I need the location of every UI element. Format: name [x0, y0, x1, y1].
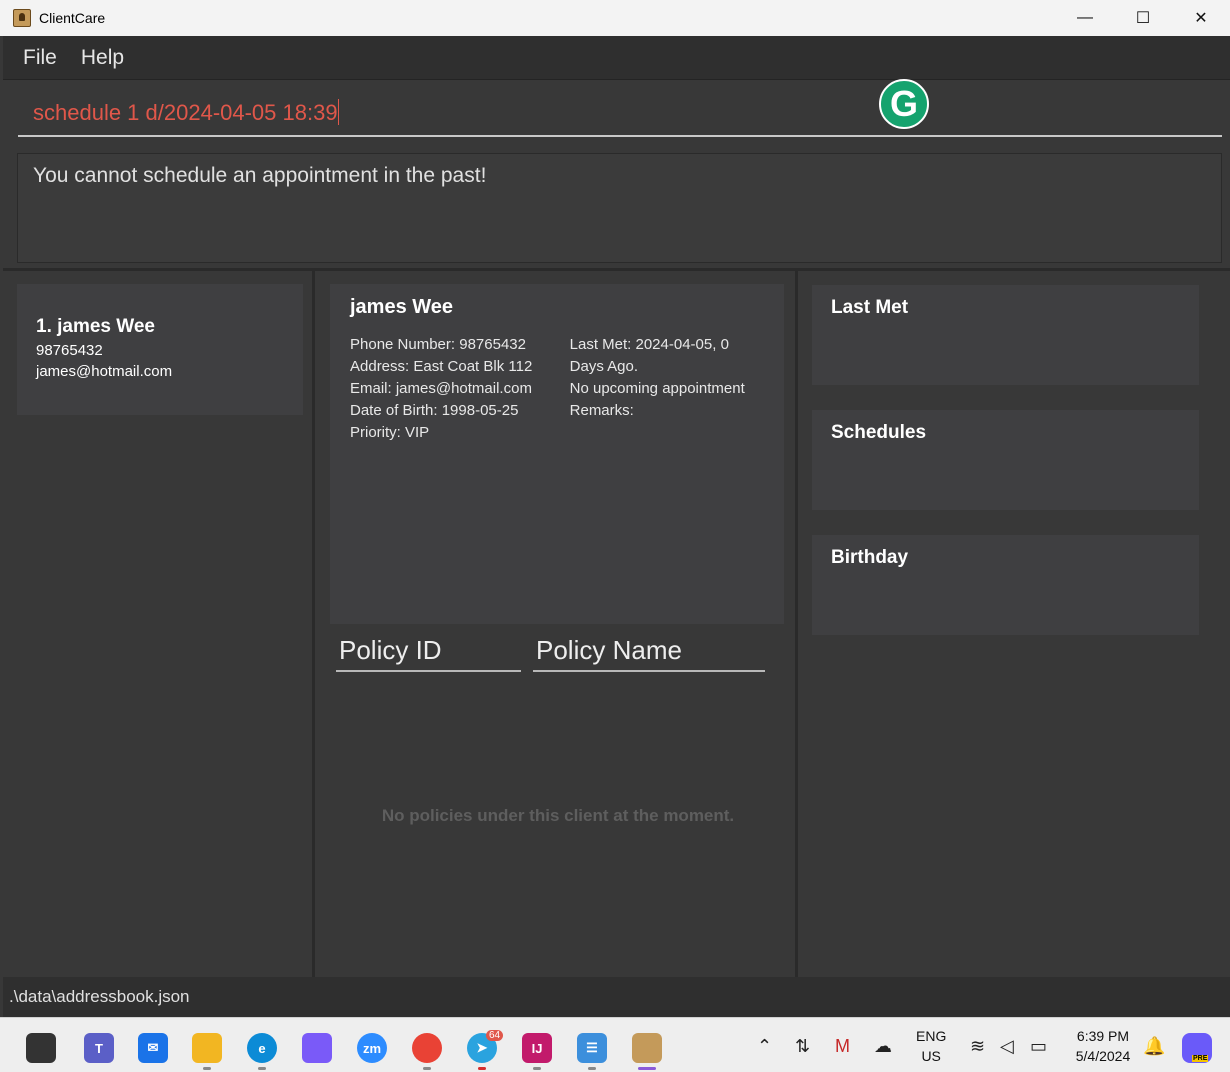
- detail-right-column: Last Met: 2024-04-05, 0 Days Ago. No upc…: [570, 334, 764, 444]
- client-card[interactable]: 1. james Wee 98765432 james@hotmail.com: [17, 284, 303, 415]
- policy-name-column-header[interactable]: Policy Name: [533, 633, 765, 672]
- client-name: 1. james Wee: [36, 316, 156, 337]
- detail-address: Address: East Coat Blk 112: [350, 358, 533, 375]
- client-detail-panel: james Wee Phone Number: 98765432 Address…: [318, 271, 798, 977]
- detail-priority: Priority: VIP: [350, 424, 430, 441]
- telegram-badge: 64: [486, 1030, 504, 1041]
- edge-icon[interactable]: e: [247, 1033, 277, 1063]
- detail-last-met-days: Days Ago.: [569, 358, 639, 375]
- birthday-box: Birthday: [812, 535, 1199, 635]
- last-met-title: Last Met: [831, 297, 909, 318]
- policy-empty-placeholder: No policies under this client at the mom…: [381, 806, 735, 825]
- copilot-preview-badge: PRE: [1192, 1055, 1209, 1062]
- command-input[interactable]: schedule 1 d/2024-04-05 18:39: [18, 89, 1222, 137]
- running-indicator: [203, 1067, 211, 1070]
- mail-icon[interactable]: ✉: [138, 1033, 168, 1063]
- grammarly-icon[interactable]: G: [879, 79, 929, 129]
- detail-email: Email: james@hotmail.com: [350, 380, 532, 397]
- keyboard-region: US: [921, 1048, 941, 1064]
- notification-bell-icon[interactable]: 🔔: [1143, 1036, 1165, 1057]
- teams-icon[interactable]: T: [84, 1033, 114, 1063]
- status-bar: .\data\addressbook.json: [3, 977, 1230, 1017]
- policy-table-header: Policy ID Policy Name: [336, 633, 765, 672]
- detail-remarks: Remarks:: [569, 402, 634, 419]
- window-controls: — ☐ ✕: [1056, 0, 1230, 36]
- running-indicator: [478, 1067, 486, 1070]
- overview-panel: Last Met Schedules Birthday: [801, 271, 1230, 977]
- notepad-icon[interactable]: ☰: [577, 1033, 607, 1063]
- menu-bar: File Help: [3, 36, 1230, 80]
- close-button[interactable]: ✕: [1172, 0, 1230, 36]
- app-icon: [13, 9, 31, 27]
- detail-dob: Date of Birth: 1998-05-25: [350, 402, 519, 419]
- command-area: schedule 1 d/2024-04-05 18:39 G You cann…: [3, 79, 1230, 263]
- active-indicator: [638, 1067, 656, 1070]
- running-indicator: [533, 1067, 541, 1070]
- copilot-app-icon[interactable]: [302, 1033, 332, 1063]
- client-email: james@hotmail.com: [36, 363, 173, 380]
- birthday-title: Birthday: [831, 547, 909, 568]
- clock-time: 6:39 PM: [1076, 1028, 1130, 1044]
- taskbar: T ✉ e zm ➤ 64 IJ ☰ ⌃ ⇅ M ☁ ENG US ≋ ◁ ▭ …: [0, 1017, 1230, 1072]
- detail-left-column: Phone Number: 98765432 Address: East Coa…: [350, 334, 570, 444]
- window-title: ClientCare: [39, 10, 106, 26]
- language-indicator[interactable]: ENG US: [916, 1028, 946, 1064]
- result-display: You cannot schedule an appointment in th…: [17, 153, 1222, 263]
- task-view-icon[interactable]: [26, 1033, 56, 1063]
- running-indicator: [588, 1067, 596, 1070]
- schedules-title: Schedules: [831, 422, 927, 443]
- detail-last-met: Last Met: 2024-04-05, 0: [569, 336, 729, 353]
- client-detail-card: james Wee Phone Number: 98765432 Address…: [330, 284, 784, 624]
- app-window: File Help schedule 1 d/2024-04-05 18:39 …: [3, 36, 1230, 1017]
- command-text: schedule 1 d/2024-04-05 18:39: [33, 100, 338, 125]
- last-met-box: Last Met: [812, 285, 1199, 385]
- menu-file[interactable]: File: [23, 46, 57, 70]
- chrome-icon[interactable]: [412, 1033, 442, 1063]
- intellij-icon[interactable]: IJ: [522, 1033, 552, 1063]
- menu-help[interactable]: Help: [81, 46, 124, 70]
- schedules-box: Schedules: [812, 410, 1199, 510]
- running-indicator: [423, 1067, 431, 1070]
- running-indicator: [258, 1067, 266, 1070]
- zoom-icon[interactable]: zm: [357, 1033, 387, 1063]
- detail-appointment: No upcoming appointment: [569, 380, 745, 397]
- detail-name: james Wee: [350, 296, 454, 318]
- maximize-button[interactable]: ☐: [1114, 0, 1172, 36]
- battery-icon[interactable]: ▭: [1030, 1036, 1047, 1057]
- gmail-icon[interactable]: M: [835, 1036, 850, 1057]
- volume-icon[interactable]: ◁: [1000, 1036, 1014, 1057]
- text-caret: [337, 99, 339, 125]
- file-explorer-icon[interactable]: [192, 1033, 222, 1063]
- clock-date: 5/4/2024: [1075, 1048, 1131, 1064]
- policy-id-column-header[interactable]: Policy ID: [336, 633, 521, 672]
- clock[interactable]: 6:39 PM 5/4/2024: [1068, 1028, 1138, 1064]
- save-file-path: .\data\addressbook.json: [9, 987, 190, 1006]
- settings-sliders-icon[interactable]: ⇅: [795, 1036, 810, 1057]
- clientcare-taskbar-icon[interactable]: [632, 1033, 662, 1063]
- language-code: ENG: [916, 1028, 947, 1044]
- client-phone: 98765432: [36, 342, 103, 359]
- client-list-panel: 1. james Wee 98765432 james@hotmail.com: [3, 271, 315, 977]
- chevron-up-icon[interactable]: ⌃: [757, 1036, 772, 1057]
- window-titlebar: ClientCare — ☐ ✕: [0, 0, 1230, 36]
- wifi-icon[interactable]: ≋: [970, 1036, 985, 1057]
- minimize-button[interactable]: —: [1056, 0, 1114, 36]
- onedrive-icon[interactable]: ☁: [874, 1036, 892, 1057]
- detail-phone: Phone Number: 98765432: [350, 336, 526, 353]
